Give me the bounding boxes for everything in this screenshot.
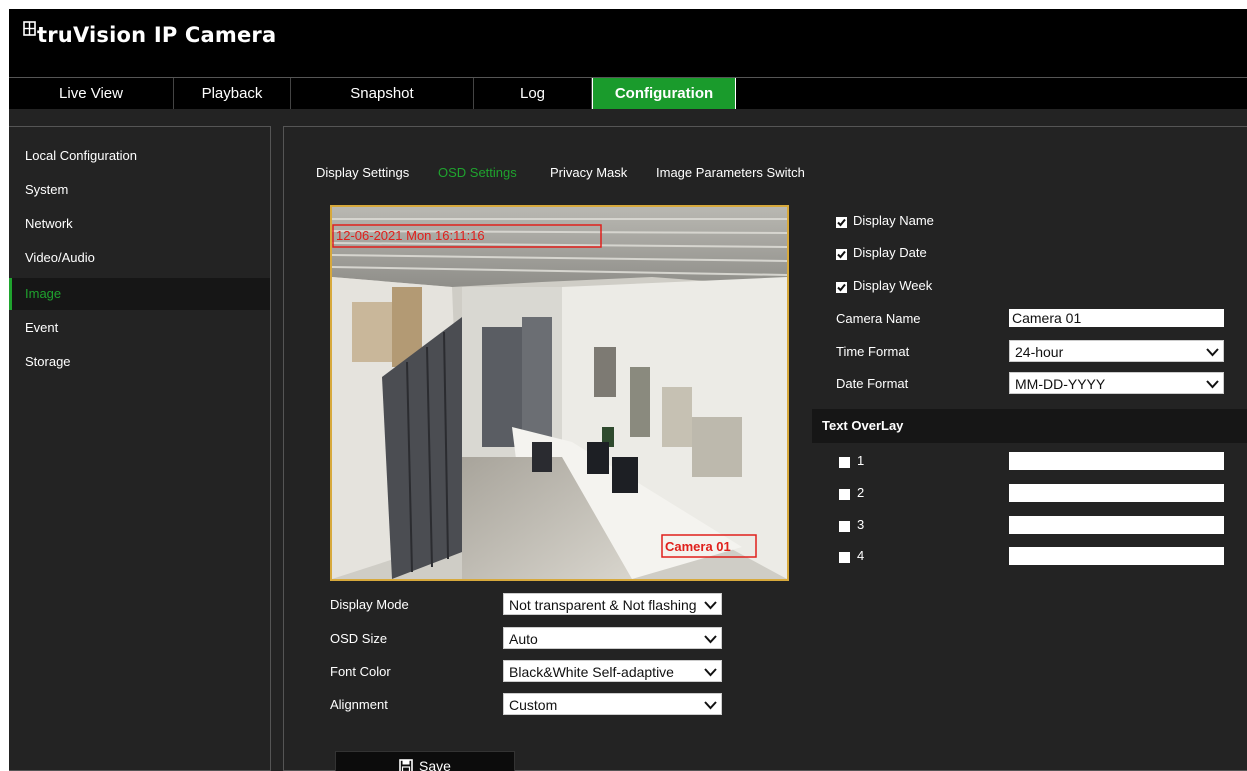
text-overlay-header: Text OverLay	[812, 409, 1247, 443]
text-overlay-1-label: 1	[857, 453, 865, 468]
save-button[interactable]: Save	[335, 751, 515, 771]
alignment-select[interactable]: Custom	[503, 693, 722, 715]
alignment-label: Alignment	[330, 697, 388, 712]
date-format-label: Date Format	[836, 376, 909, 391]
osd-name-text: Camera 01	[665, 539, 731, 554]
camera-name-input[interactable]: Camera 01	[1009, 309, 1224, 327]
sidebar-item-image[interactable]: Image	[9, 278, 270, 310]
time-format-label: Time Format	[836, 344, 910, 359]
osd-size-value: Auto	[509, 631, 538, 647]
osd-date-text: 12-06-2021 Mon 16:11:16	[336, 228, 485, 243]
subtab-image-parameters-switch[interactable]: Image Parameters Switch	[656, 165, 805, 180]
chevron-down-icon	[704, 635, 717, 644]
display-week-checkbox[interactable]	[836, 282, 847, 293]
text-overlay-1-input[interactable]	[1009, 452, 1224, 470]
brand-logo: truVision IP Camera	[23, 21, 277, 47]
display-mode-value: Not transparent & Not flashing	[509, 597, 697, 613]
text-overlay-title: Text OverLay	[822, 418, 904, 433]
sidebar-item-storage[interactable]: Storage	[9, 346, 270, 378]
subtab-osd-settings[interactable]: OSD Settings	[438, 165, 517, 180]
brand-bar: truVision IP Camera	[9, 9, 1247, 77]
check-icon	[837, 250, 846, 259]
logo-icon	[23, 21, 36, 36]
time-format-value: 24-hour	[1015, 344, 1064, 360]
text-overlay-2-label: 2	[857, 485, 865, 500]
tab-configuration[interactable]: Configuration	[592, 78, 736, 109]
brand-name: truVision IP Camera	[37, 23, 277, 47]
check-icon	[837, 218, 846, 227]
alignment-value: Custom	[509, 697, 558, 713]
date-format-value: MM-DD-YYYY	[1015, 376, 1106, 392]
display-date-checkbox[interactable]	[836, 249, 847, 260]
font-color-select[interactable]: Black&White Self-adaptive	[503, 660, 722, 682]
text-overlay-2-input[interactable]	[1009, 484, 1224, 502]
save-label: Save	[419, 758, 451, 771]
main-panel: Display Settings OSD Settings Privacy Ma…	[283, 126, 1247, 771]
text-overlay-3-label: 3	[857, 517, 865, 532]
main-nav: Live View Playback Snapshot Log Configur…	[9, 77, 1247, 109]
camera-name-label: Camera Name	[836, 311, 921, 326]
sidebar: Local Configuration System Network Video…	[9, 126, 271, 771]
sidebar-item-system[interactable]: System	[9, 174, 270, 206]
font-color-value: Black&White Self-adaptive	[509, 664, 674, 680]
chevron-down-icon	[704, 668, 717, 677]
text-overlay-1-checkbox[interactable]	[839, 457, 850, 468]
text-overlay-2-checkbox[interactable]	[839, 489, 850, 500]
osd-size-select[interactable]: Auto	[503, 627, 722, 649]
camera-preview[interactable]: 12-06-2021 Mon 16:11:16 Camera 01	[330, 205, 789, 581]
chevron-down-icon	[1206, 380, 1219, 389]
app-window: truVision IP Camera Live View Playback S…	[9, 9, 1247, 771]
text-overlay-3-checkbox[interactable]	[839, 521, 850, 532]
tab-log[interactable]: Log	[474, 78, 592, 109]
display-mode-select[interactable]: Not transparent & Not flashing	[503, 593, 722, 615]
display-name-label: Display Name	[853, 213, 934, 228]
display-name-checkbox[interactable]	[836, 217, 847, 228]
sidebar-item-local-configuration[interactable]: Local Configuration	[9, 140, 270, 172]
text-overlay-4-checkbox[interactable]	[839, 552, 850, 563]
tab-playback[interactable]: Playback	[174, 78, 291, 109]
chevron-down-icon	[1206, 348, 1219, 357]
tab-snapshot[interactable]: Snapshot	[291, 78, 474, 109]
subtab-privacy-mask[interactable]: Privacy Mask	[550, 165, 627, 180]
font-color-label: Font Color	[330, 664, 391, 679]
camera-scene-image: 12-06-2021 Mon 16:11:16 Camera 01	[332, 207, 787, 579]
sidebar-item-event[interactable]: Event	[9, 312, 270, 344]
sidebar-item-network[interactable]: Network	[9, 208, 270, 240]
display-date-label: Display Date	[853, 245, 927, 260]
osd-size-label: OSD Size	[330, 631, 388, 646]
date-format-select[interactable]: MM-DD-YYYY	[1009, 372, 1224, 394]
text-overlay-4-label: 4	[857, 548, 865, 563]
display-mode-label: Display Mode	[330, 597, 409, 612]
chevron-down-icon	[704, 701, 717, 710]
sidebar-item-video-audio[interactable]: Video/Audio	[9, 242, 270, 274]
check-icon	[837, 283, 846, 292]
chevron-down-icon	[704, 601, 717, 610]
text-overlay-3-input[interactable]	[1009, 516, 1224, 534]
text-overlay-4-input[interactable]	[1009, 547, 1224, 565]
display-week-label: Display Week	[853, 278, 933, 293]
time-format-select[interactable]: 24-hour	[1009, 340, 1224, 362]
save-icon	[399, 759, 413, 771]
subtab-display-settings[interactable]: Display Settings	[316, 165, 409, 180]
tab-live-view[interactable]: Live View	[9, 78, 174, 109]
